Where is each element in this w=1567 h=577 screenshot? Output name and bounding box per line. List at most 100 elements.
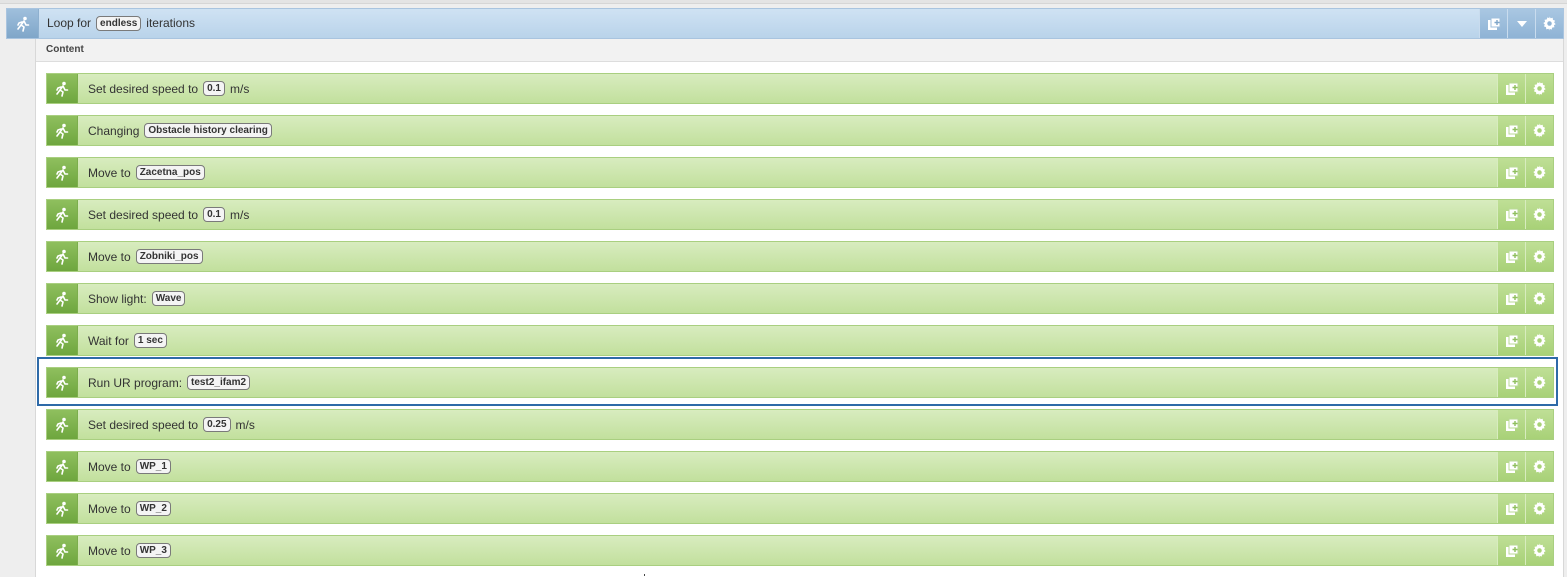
row-prefix: Show light: xyxy=(88,291,147,306)
gear-icon xyxy=(1533,291,1546,306)
row-prefix: Changing xyxy=(88,123,140,138)
copy-add-button[interactable] xyxy=(1497,368,1525,397)
gear-icon xyxy=(1543,16,1556,31)
row-suffix: m/s xyxy=(229,81,250,96)
copy-add-button[interactable] xyxy=(1497,494,1525,523)
row-move-zobniki[interactable]: Move to Zobniki_pos xyxy=(46,241,1554,272)
copy-add-button[interactable] xyxy=(1497,200,1525,229)
loop-iterations-value[interactable]: endless xyxy=(96,16,142,31)
running-person-icon[interactable] xyxy=(47,116,78,145)
copy-add-button[interactable] xyxy=(1497,326,1525,355)
copy-add-button[interactable] xyxy=(1497,284,1525,313)
gear-icon xyxy=(1533,501,1546,516)
settings-button[interactable] xyxy=(1525,116,1553,145)
row-show-light[interactable]: Show light: Wave xyxy=(46,283,1554,314)
settings-button[interactable] xyxy=(1525,284,1553,313)
row-move-zacetna[interactable]: Move to Zacetna_pos xyxy=(46,157,1554,188)
settings-button[interactable] xyxy=(1525,410,1553,439)
copy-add-button[interactable] xyxy=(1497,410,1525,439)
row-value[interactable]: test2_ifam2 xyxy=(187,375,251,390)
gear-icon xyxy=(1533,543,1546,558)
copy-add-icon xyxy=(1505,502,1518,515)
row-run-ur-program[interactable]: Run UR program: test2_ifam2 xyxy=(46,367,1554,398)
row-value[interactable]: 0.1 xyxy=(203,81,225,96)
settings-button[interactable] xyxy=(1525,200,1553,229)
gear-icon xyxy=(1533,375,1546,390)
row-prefix: Move to xyxy=(88,501,131,516)
content-header: Content xyxy=(36,39,1563,62)
row-value[interactable]: 1 sec xyxy=(133,333,167,348)
row-prefix: Set desired speed to xyxy=(88,81,199,96)
copy-add-button[interactable] xyxy=(1497,242,1525,271)
copy-add-button[interactable] xyxy=(1497,116,1525,145)
row-value[interactable]: WP_3 xyxy=(135,543,171,558)
running-person-icon[interactable] xyxy=(47,410,78,439)
running-person-icon[interactable] xyxy=(47,158,78,187)
collapse-button[interactable] xyxy=(1507,9,1535,38)
loop-prefix: Loop for xyxy=(47,16,92,30)
row-move-wp1[interactable]: Move to WP_1 xyxy=(46,451,1554,482)
row-prefix: Move to xyxy=(88,249,131,264)
settings-button[interactable] xyxy=(1525,158,1553,187)
copy-add-icon xyxy=(1505,166,1518,179)
copy-add-icon xyxy=(1505,544,1518,557)
copy-add-icon xyxy=(1505,250,1518,263)
settings-button[interactable] xyxy=(1525,74,1553,103)
row-value[interactable]: 0.25 xyxy=(203,417,231,432)
copy-add-icon xyxy=(1505,334,1518,347)
row-prefix: Wait for xyxy=(88,333,129,348)
row-prefix: Run UR program: xyxy=(88,375,183,390)
row-prefix: Set desired speed to xyxy=(88,417,199,432)
copy-add-icon xyxy=(1505,82,1518,95)
row-set-speed-3[interactable]: Set desired speed to 0.25 m/s xyxy=(46,409,1554,440)
row-value[interactable]: 0.1 xyxy=(203,207,225,222)
settings-button[interactable] xyxy=(1525,326,1553,355)
gear-icon xyxy=(1533,333,1546,348)
row-value[interactable]: WP_2 xyxy=(135,501,171,516)
settings-button[interactable] xyxy=(1525,452,1553,481)
row-move-wp3[interactable]: Move to WP_3 xyxy=(46,535,1554,566)
row-wait[interactable]: Wait for 1 sec xyxy=(46,325,1554,356)
running-person-icon[interactable] xyxy=(47,452,78,481)
row-prefix: Set desired speed to xyxy=(88,207,199,222)
content-label: Content xyxy=(46,44,84,55)
row-value[interactable]: Zobniki_pos xyxy=(135,249,203,264)
row-value[interactable]: Obstacle history clearing xyxy=(144,123,272,138)
row-value[interactable]: WP_1 xyxy=(135,459,171,474)
running-person-icon[interactable] xyxy=(7,9,39,38)
row-move-wp2[interactable]: Move to WP_2 xyxy=(46,493,1554,524)
settings-button[interactable] xyxy=(1525,368,1553,397)
copy-add-button[interactable] xyxy=(1497,158,1525,187)
gear-icon xyxy=(1533,249,1546,264)
copy-add-button[interactable] xyxy=(1497,452,1525,481)
running-person-icon[interactable] xyxy=(47,536,78,565)
settings-button[interactable] xyxy=(1525,494,1553,523)
row-value[interactable]: Zacetna_pos xyxy=(135,165,205,180)
copy-add-icon xyxy=(1505,124,1518,137)
running-person-icon[interactable] xyxy=(47,242,78,271)
copy-add-button[interactable] xyxy=(1497,536,1525,565)
running-person-icon[interactable] xyxy=(47,200,78,229)
cursor-mark xyxy=(644,574,645,576)
row-set-speed-1[interactable]: Set desired speed to 0.1 m/s xyxy=(46,73,1554,104)
gear-icon xyxy=(1533,207,1546,222)
row-value[interactable]: Wave xyxy=(151,291,186,306)
copy-add-icon xyxy=(1505,376,1518,389)
running-person-icon[interactable] xyxy=(47,284,78,313)
settings-button[interactable] xyxy=(1535,9,1563,38)
running-person-icon[interactable] xyxy=(47,326,78,355)
copy-add-button[interactable] xyxy=(1479,9,1507,38)
settings-button[interactable] xyxy=(1525,242,1553,271)
loop-block[interactable]: Loop for endless iterations xyxy=(6,8,1564,39)
settings-button[interactable] xyxy=(1525,536,1553,565)
copy-add-button[interactable] xyxy=(1497,74,1525,103)
running-person-icon[interactable] xyxy=(47,368,78,397)
row-changing[interactable]: Changing Obstacle history clearing xyxy=(46,115,1554,146)
top-divider xyxy=(0,0,1567,4)
copy-add-icon xyxy=(1505,292,1518,305)
running-person-icon[interactable] xyxy=(47,494,78,523)
running-person-icon[interactable] xyxy=(47,74,78,103)
copy-add-icon xyxy=(1487,17,1500,30)
row-set-speed-2[interactable]: Set desired speed to 0.1 m/s xyxy=(46,199,1554,230)
copy-add-icon xyxy=(1505,208,1518,221)
